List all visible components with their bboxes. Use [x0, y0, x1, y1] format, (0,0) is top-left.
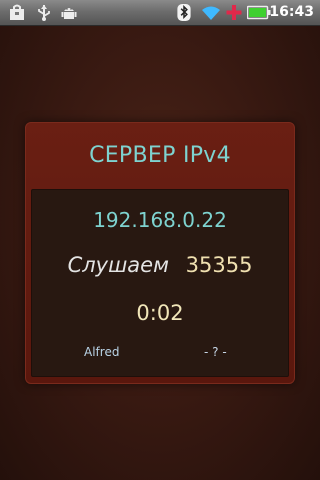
server-title: СЕРВЕР IPv4 [89, 143, 231, 168]
ip-address: 192.168.0.22 [93, 208, 227, 232]
listening-label: Слушаем [67, 253, 169, 277]
android-icon [61, 8, 77, 19]
user-name: Alfred [84, 345, 120, 359]
status-bar: 16:43 [0, 0, 320, 26]
clock: 16:43 [269, 4, 314, 20]
battery-icon [247, 5, 271, 20]
server-card: СЕРВЕР IPv4 192.168.0.22 Слушаем 35355 0… [25, 122, 295, 384]
usb-icon [38, 5, 50, 21]
listening-port: 35355 [185, 253, 253, 277]
peer-name: - ? - [204, 345, 227, 359]
bluetooth-icon [177, 4, 191, 21]
elapsed-time: 0:02 [136, 301, 184, 325]
plus-icon [226, 5, 242, 20]
listening-row: Слушаем 35355 [32, 253, 288, 277]
server-info-panel: 192.168.0.22 Слушаем 35355 0:02 Alfred -… [31, 189, 289, 377]
bag-icon [10, 4, 24, 20]
wifi-icon [202, 6, 220, 20]
